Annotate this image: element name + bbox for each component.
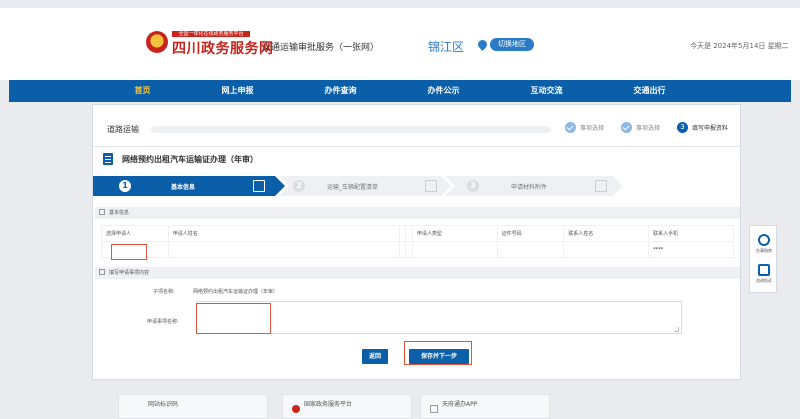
site-header: 全国一体化在线政务服务平台 四川政务服务网 交通运输审批服务（一张网） 锦江区 … bbox=[0, 0, 800, 80]
step-number-badge: 3 bbox=[677, 122, 688, 133]
gov-platform-icon bbox=[292, 405, 300, 413]
float-consult[interactable]: 咨询投诉 bbox=[750, 264, 778, 284]
col-select-applicant: 选择申请人 bbox=[101, 225, 169, 242]
wizard-step-vehicle[interactable]: 2 运输_车辆配置清单 bbox=[279, 176, 451, 196]
section-title: 填写申请事项内容 bbox=[109, 270, 150, 276]
top-strip bbox=[0, 0, 800, 8]
app-icon bbox=[430, 405, 438, 413]
tag-icon bbox=[758, 234, 770, 246]
wizard-step-label: 基本信息 bbox=[171, 184, 196, 191]
current-region: 锦江区 bbox=[428, 40, 465, 54]
top-step-label: 事项选择 bbox=[636, 125, 661, 132]
highlight-save-next[interactable] bbox=[404, 341, 472, 365]
wizard-step-number: 3 bbox=[467, 180, 479, 192]
back-button[interactable]: 返回 bbox=[362, 349, 388, 364]
step-wizard: 1 基本信息 2 运输_车辆配置清单 3 申请材料附件 bbox=[93, 176, 742, 196]
sub-item-value: 网络预约出租汽车运输证办理（年审） bbox=[193, 289, 279, 295]
location-pin-icon bbox=[476, 38, 489, 51]
check-icon bbox=[565, 122, 576, 133]
form-title: 网络预约出租汽车运输证办理（年审） bbox=[122, 154, 258, 164]
applicant-table: 选择申请人 申请人姓名 申请人类型 证件号码 联系人姓名 联系人手机 **** bbox=[101, 225, 734, 258]
highlight-select-applicant[interactable] bbox=[111, 244, 147, 260]
footer-left-text: 网站标识码 bbox=[148, 401, 179, 408]
top-step-label: 填写申报资料 bbox=[692, 125, 729, 132]
float-consult-label: 咨询投诉 bbox=[756, 278, 772, 283]
site-logo-text[interactable]: 四川政务服务网 bbox=[172, 38, 274, 58]
request-name-label: 申请事项名称: bbox=[147, 319, 179, 325]
national-emblem-icon bbox=[146, 31, 168, 53]
nav-travel[interactable]: 交通出行 bbox=[634, 80, 666, 102]
wizard-step-number: 2 bbox=[293, 180, 305, 192]
section-title: 基本信息 bbox=[109, 210, 130, 216]
wizard-step-number: 1 bbox=[119, 180, 131, 192]
top-step-label: 事项选择 bbox=[580, 125, 605, 132]
section-request-info: 填写申请事项内容 bbox=[95, 267, 740, 279]
form-title-row: 网络预约出租汽车运输证办理（年审） bbox=[103, 153, 258, 165]
section-basic-info: 基本信息 bbox=[95, 207, 740, 219]
col-applicant-type: 申请人类型 bbox=[411, 225, 498, 242]
edit-icon bbox=[595, 180, 607, 192]
document-icon bbox=[758, 264, 770, 276]
form-panel: 道路运输 事项选择 事项选择 3 填写申报资料 网络预约出租汽车运输证办理（年审… bbox=[92, 104, 742, 380]
footer-right-text[interactable]: 天府通办APP bbox=[442, 399, 477, 408]
nav-home[interactable]: 首页 bbox=[135, 80, 151, 102]
top-step-3: 3 填写申报资料 bbox=[677, 122, 728, 133]
nav-public[interactable]: 办件公示 bbox=[428, 80, 460, 102]
edit-icon bbox=[425, 180, 437, 192]
footer-card bbox=[118, 394, 268, 419]
nav-query[interactable]: 办件查询 bbox=[325, 80, 357, 102]
footer-card[interactable] bbox=[420, 394, 550, 419]
wizard-step-basic[interactable]: 1 基本信息 bbox=[93, 176, 285, 196]
collapse-icon[interactable] bbox=[99, 269, 105, 275]
nav-online-apply[interactable]: 网上申报 bbox=[222, 80, 254, 102]
date-display: 今天是 2024年5月14日 星期二 bbox=[690, 42, 789, 50]
highlight-request-name[interactable] bbox=[196, 303, 271, 334]
collapse-icon[interactable] bbox=[99, 209, 105, 215]
site-footer: 网站标识码 国家政务服务平台 天府通办APP bbox=[0, 386, 800, 419]
switch-region-button[interactable]: 切换地区 bbox=[490, 38, 534, 51]
table-header-row: 选择申请人 申请人姓名 申请人类型 证件号码 联系人姓名 联系人手机 bbox=[101, 225, 734, 242]
float-guide[interactable]: 办事指南 bbox=[750, 234, 778, 254]
breadcrumb: 道路运输 事项选择 事项选择 3 填写申报资料 bbox=[93, 105, 742, 147]
cell-applicant-type bbox=[411, 241, 498, 258]
footer-mid-text[interactable]: 国家政务服务平台 bbox=[304, 399, 352, 408]
col-applicant-name: 申请人姓名 bbox=[167, 225, 401, 242]
document-icon bbox=[103, 153, 113, 165]
wizard-step-label: 运输_车辆配置清单 bbox=[327, 184, 379, 191]
col-contact-name: 联系人姓名 bbox=[563, 225, 650, 242]
col-contact-phone: 联系人手机 bbox=[648, 225, 734, 242]
wizard-step-attachments[interactable]: 3 申请材料附件 bbox=[445, 176, 623, 196]
main-nav: 首页 网上申报 办件查询 办件公示 互动交流 交通出行 bbox=[9, 80, 791, 102]
logo-subtitle: 全国一体化在线政务服务平台 bbox=[172, 31, 250, 37]
check-icon bbox=[621, 122, 632, 133]
cell-contact-name bbox=[563, 241, 650, 258]
breadcrumb-bar bbox=[151, 126, 551, 133]
edit-icon bbox=[253, 180, 265, 192]
top-step-1: 事项选择 bbox=[565, 122, 604, 133]
cell-applicant-name bbox=[167, 241, 401, 258]
top-step-2: 事项选择 bbox=[621, 122, 660, 133]
system-name: 交通运输审批服务（一张网） bbox=[262, 43, 380, 53]
float-widget: 办事指南 咨询投诉 bbox=[749, 225, 777, 293]
sub-item-label: 子项名称: bbox=[153, 289, 175, 295]
float-guide-label: 办事指南 bbox=[756, 248, 772, 253]
table-row: **** bbox=[101, 241, 734, 258]
wizard-step-label: 申请材料附件 bbox=[511, 184, 548, 191]
col-id-number: 证件号码 bbox=[496, 225, 565, 242]
cell-id-number bbox=[496, 241, 565, 258]
cell-contact-phone: **** bbox=[648, 241, 734, 258]
breadcrumb-title[interactable]: 道路运输 bbox=[107, 124, 139, 135]
nav-interact[interactable]: 互动交流 bbox=[531, 80, 563, 102]
resize-grip-icon[interactable] bbox=[674, 327, 679, 332]
